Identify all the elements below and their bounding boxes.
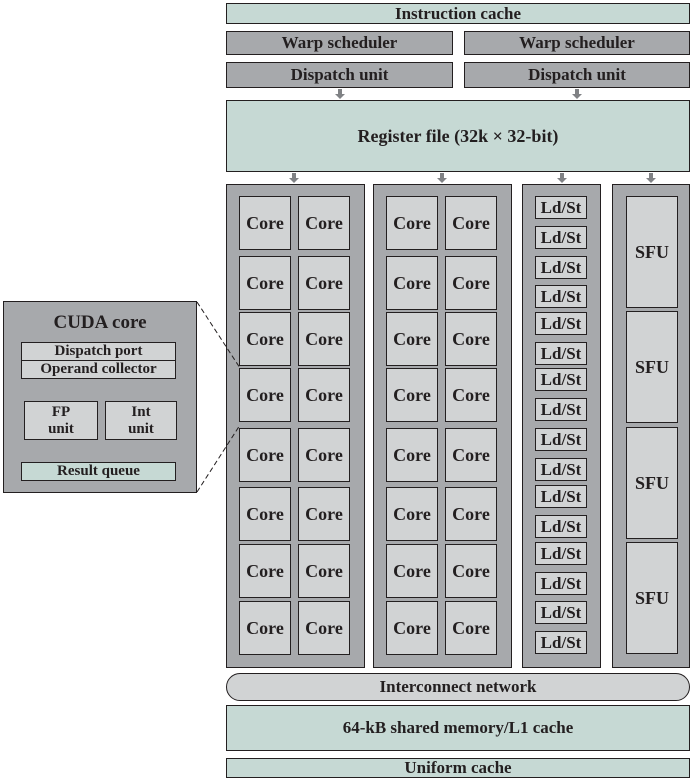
fp-unit-label-line2: unit — [48, 420, 74, 437]
dispatch-port-label: Dispatch port — [54, 343, 143, 359]
cuda-core-detail: CUDA core Dispatch port Operand collecto… — [3, 301, 197, 493]
fp-unit-label-line1: FP — [51, 403, 71, 420]
int-unit-label-line2: unit — [128, 420, 154, 437]
fp-unit: FP unit — [24, 401, 98, 440]
callout-line-bottom — [196, 424, 241, 493]
int-unit-label-line1: Int — [131, 403, 151, 420]
dispatch-port: Dispatch port — [21, 342, 176, 361]
callout-line-top — [196, 301, 241, 369]
int-unit: Int unit — [105, 401, 177, 440]
result-queue-label: Result queue — [57, 463, 140, 479]
operand-collector-label: Operand collector — [40, 361, 157, 377]
result-queue: Result queue — [21, 462, 176, 481]
cuda-core-title: CUDA core — [53, 312, 147, 333]
operand-collector: Operand collector — [21, 360, 176, 379]
